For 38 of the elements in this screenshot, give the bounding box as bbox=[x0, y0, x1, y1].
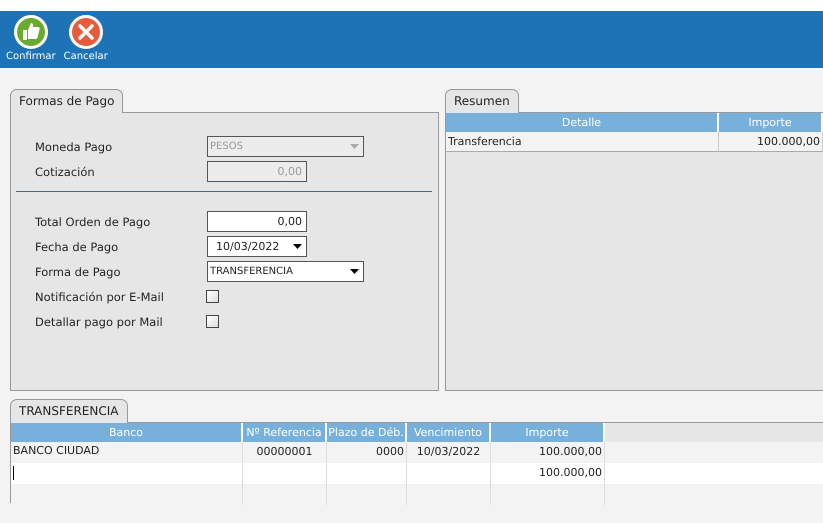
text-cursor bbox=[13, 466, 14, 480]
caret-icon bbox=[350, 269, 359, 274]
table-cell: 100.000,00 bbox=[539, 466, 602, 479]
thumbs-up-icon bbox=[14, 15, 48, 49]
cancel-button[interactable]: Cancelar bbox=[62, 11, 110, 68]
confirm-button[interactable]: Confirmar bbox=[4, 11, 58, 68]
dropdown-field[interactable]: TRANSFERENCIA bbox=[207, 261, 364, 282]
field-label: Cotización bbox=[35, 164, 96, 178]
table-cell: 100.000,00 bbox=[539, 445, 602, 458]
field-label: Forma de Pago bbox=[35, 264, 122, 278]
table-cell: BANCO CIUDAD bbox=[13, 444, 100, 457]
column-header: Importe bbox=[719, 113, 823, 132]
tab[interactable]: Formas de Pago bbox=[10, 89, 124, 113]
table-cell: 10/03/2022 bbox=[416, 445, 480, 458]
table-cell: 100.000,00 bbox=[719, 132, 823, 152]
column-header: Plazo de Déb. bbox=[327, 423, 407, 442]
caret-icon bbox=[350, 144, 359, 149]
number-field[interactable]: 0,00 bbox=[207, 211, 307, 232]
checkbox[interactable] bbox=[206, 290, 219, 303]
tab[interactable]: TRANSFERENCIA bbox=[10, 399, 128, 423]
date-field[interactable]: 10/03/2022 bbox=[207, 236, 307, 257]
column-header: Nº Referencia bbox=[243, 423, 327, 442]
field-label: Total Orden de Pago bbox=[35, 214, 152, 228]
table-cell: Transferencia bbox=[446, 132, 719, 152]
table-cell: 00000001 bbox=[256, 445, 312, 458]
field-label: Notificación por E-Mail bbox=[35, 290, 165, 304]
column-header: Detalle bbox=[446, 113, 719, 132]
field-label: Detallar pago por Mail bbox=[35, 314, 164, 328]
column-header: Vencimiento bbox=[407, 423, 491, 442]
close-icon bbox=[68, 15, 103, 49]
field-label: Moneda Pago bbox=[35, 140, 114, 154]
checkbox[interactable] bbox=[206, 315, 219, 328]
table-cell: 0000 bbox=[376, 445, 404, 458]
caret-icon bbox=[293, 244, 302, 249]
column-header: Banco bbox=[11, 423, 243, 442]
tab[interactable]: Resumen bbox=[445, 89, 519, 113]
field-label: Fecha de Pago bbox=[35, 240, 120, 254]
column-header: Importe bbox=[491, 423, 605, 442]
